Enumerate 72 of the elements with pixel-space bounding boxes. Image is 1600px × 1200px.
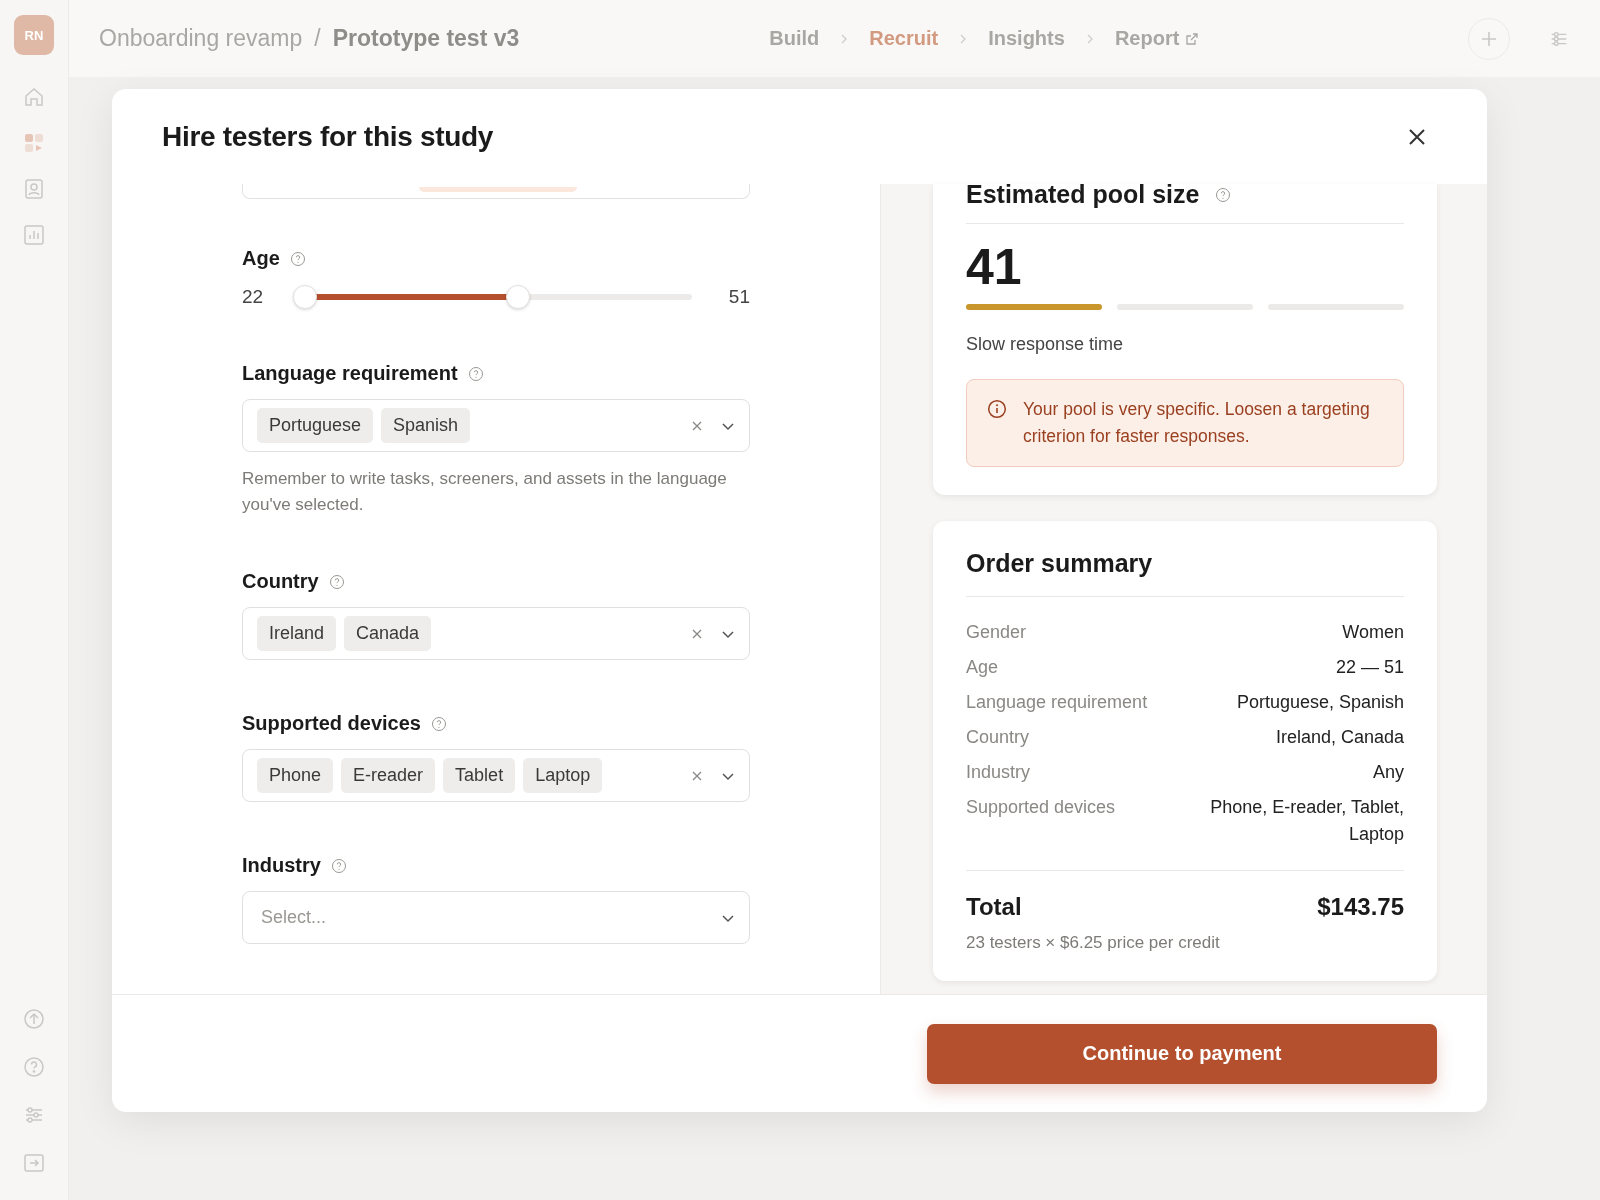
summary-label: Age [966,656,999,679]
add-button[interactable] [1468,17,1510,60]
field-label: Age [242,247,280,270]
response-time: Slow response time [966,334,1125,355]
summary-label: Industry [966,761,1031,784]
help-icon[interactable] [1215,186,1232,203]
breadcrumb-link[interactable]: Onboarding revamp [99,25,303,52]
step-tab[interactable]: Build [769,27,820,50]
grid-icon[interactable] [22,131,46,155]
field-label: Language requirement [242,362,458,385]
slider-handle[interactable] [293,285,317,309]
select-field[interactable]: Portuguese Spanish [242,399,750,452]
field-label: Industry [242,854,321,877]
total-price: $143.75 [1317,893,1404,921]
card-title: Estimated pool size [966,180,1200,209]
close-button[interactable] [1407,126,1427,147]
warning-text: Your pool is very specific. Loosen a targeting criterion for faster responses. [1023,398,1371,448]
upload-icon[interactable] [22,1007,46,1031]
field-hint: Remember to write tasks, screeners, and assets in the language you've selected. [242,468,728,516]
modal-title: Hire testers for this study [162,120,494,153]
card-title: Order summary [966,549,1404,597]
breadcrumb-separator: / [314,25,321,52]
help-icon[interactable] [430,715,447,732]
help-icon[interactable] [289,250,306,267]
tag: Tablet [443,758,516,793]
price-note: 23 testers × $6.25 price per credit [966,933,1221,953]
select-field[interactable]: Ireland Canada [242,607,750,660]
clear-icon[interactable] [691,769,703,782]
placeholder: Select... [260,907,327,928]
study-title: Prototype test v3 [332,25,520,52]
pool-count: 41 [966,238,1023,296]
summary-value: Portuguese, Spanish [1236,691,1404,714]
total-label: Total [966,893,1022,921]
select-field[interactable]: Phone E-reader Tablet Laptop [242,749,750,802]
chart-icon[interactable] [22,223,46,247]
summary-label: Supported devices [966,796,1116,819]
summary-value: 22 — 51 [1335,656,1404,679]
person-icon[interactable] [22,177,46,201]
exit-icon[interactable] [22,1151,46,1175]
help-icon[interactable] [22,1055,46,1079]
continue-button[interactable]: Continue to payment [927,1023,1437,1084]
step-tab[interactable]: Report [1114,27,1200,50]
tag: Spanish [381,408,471,443]
field-label: Country [242,570,319,593]
avatar[interactable]: RN [14,15,54,55]
clear-icon[interactable] [691,627,703,640]
tag: Canada [344,616,432,651]
summary-label: Language requirement [966,691,1148,714]
tag: E-reader [341,758,436,793]
help-icon[interactable] [330,857,347,874]
tag: Laptop [523,758,603,793]
tag: Portuguese [257,408,374,443]
age-max: 51 [727,286,750,308]
summary-value: Women [1342,621,1404,644]
summary-label: Gender [966,621,1027,644]
tag: Ireland [257,616,337,651]
step-tab[interactable]: Insights [988,27,1065,50]
clear-icon[interactable] [691,419,703,432]
help-icon[interactable] [467,365,484,382]
info-icon [987,399,1007,419]
tag: Phone [257,758,334,793]
age-min: 22 [242,286,265,308]
summary-label: Country [966,726,1030,749]
summary-value: Ireland, Canada [1275,726,1404,749]
field-label: Supported devices [242,712,421,735]
select-field[interactable]: Select... [242,891,750,944]
step-tab[interactable]: Recruit [869,27,939,50]
summary-value: Any [1372,761,1404,784]
summary-value: Phone, E-reader, Tablet, Laptop [1209,796,1404,846]
help-icon[interactable] [328,573,345,590]
home-icon[interactable] [22,85,46,109]
slider-handle[interactable] [506,285,531,309]
